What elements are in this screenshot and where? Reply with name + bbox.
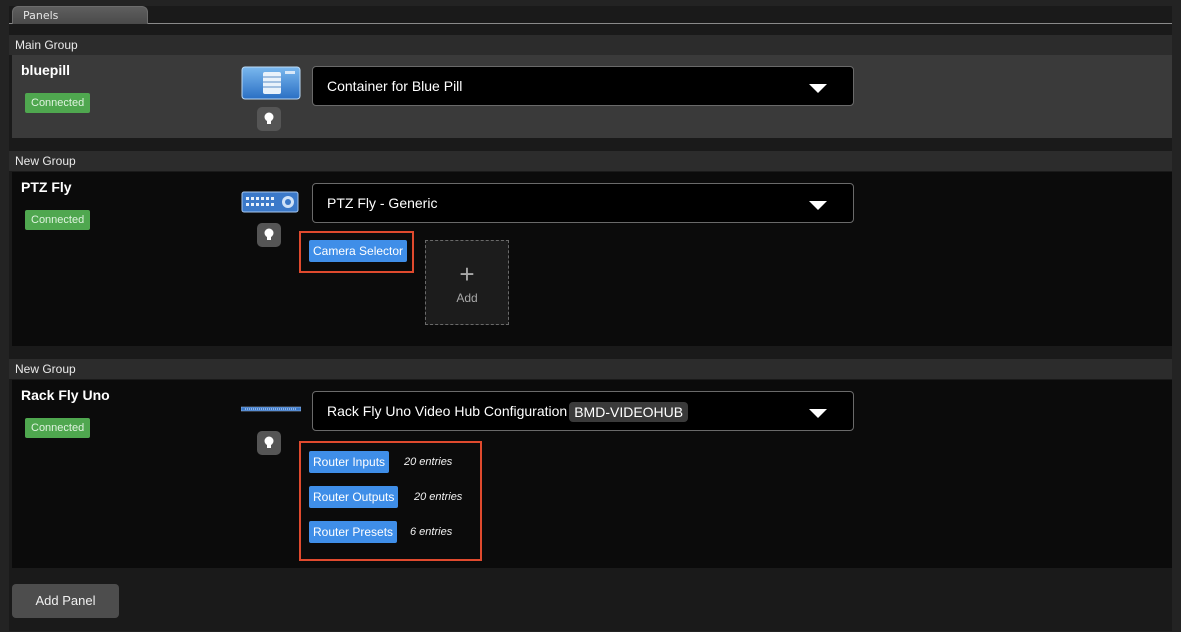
panel-name: PTZ Fly bbox=[21, 179, 72, 195]
entries-count: 6 entries bbox=[410, 526, 453, 538]
chevron-down-icon bbox=[809, 409, 827, 418]
panel-name: Rack Fly Uno bbox=[21, 387, 110, 403]
chevron-down-icon bbox=[809, 201, 827, 210]
router-inputs-button[interactable]: Router Inputs bbox=[309, 451, 390, 473]
lightbulb-icon bbox=[264, 112, 274, 124]
identify-button[interactable] bbox=[257, 107, 281, 131]
chevron-down-icon bbox=[809, 84, 827, 93]
tab-bar: Panels bbox=[9, 6, 1172, 24]
panel-name: bluepill bbox=[21, 62, 70, 78]
panel-row-rack-fly-uno: Rack Fly Uno Connected Rack Fly Uno Vide… bbox=[12, 380, 1172, 568]
identify-button[interactable] bbox=[257, 431, 281, 455]
add-panel-button[interactable]: Add Panel bbox=[12, 584, 119, 618]
config-value: Rack Fly Uno Video Hub Configuration bbox=[327, 403, 568, 419]
rack-device-icon bbox=[241, 406, 301, 412]
status-badge: Connected bbox=[25, 418, 91, 438]
ptz-device-icon bbox=[241, 191, 299, 213]
lightbulb-icon bbox=[264, 436, 274, 448]
entries-count: 20 entries bbox=[414, 491, 463, 503]
tab-panels[interactable]: Panels bbox=[12, 6, 148, 24]
config-value: Container for Blue Pill bbox=[327, 78, 463, 94]
panel-row-bluepill: bluepill Connected Container for Blue Pi… bbox=[12, 55, 1172, 138]
add-button-tile[interactable]: + Add bbox=[425, 240, 509, 325]
group-header-main: Main Group bbox=[9, 35, 1172, 55]
container-device-icon bbox=[241, 66, 301, 100]
group-header-new-1: New Group bbox=[9, 151, 1172, 171]
panel-config-select[interactable]: Container for Blue Pill bbox=[312, 66, 854, 106]
group-header-new-2: New Group bbox=[9, 359, 1172, 379]
entries-count: 20 entries bbox=[404, 456, 453, 468]
config-tag: BMD-VIDEOHUB bbox=[569, 402, 689, 423]
panel-row-ptz-fly: PTZ Fly Connected PTZ Fly - Generic Came… bbox=[12, 172, 1172, 346]
status-badge: Connected bbox=[25, 93, 91, 113]
router-outputs-button[interactable]: Router Outputs bbox=[309, 486, 399, 508]
panel-config-select[interactable]: PTZ Fly - Generic bbox=[312, 183, 854, 223]
camera-selector-button[interactable]: Camera Selector bbox=[309, 240, 408, 262]
status-badge: Connected bbox=[25, 210, 91, 230]
router-presets-button[interactable]: Router Presets bbox=[309, 521, 398, 543]
panel-config-select[interactable]: Rack Fly Uno Video Hub Configuration BMD-… bbox=[312, 391, 854, 431]
panels-window: Panels Main Group bluepill Connected Con… bbox=[9, 6, 1172, 631]
identify-button[interactable] bbox=[257, 223, 281, 247]
add-label: Add bbox=[456, 291, 478, 305]
lightbulb-icon bbox=[264, 228, 274, 240]
plus-icon: + bbox=[459, 259, 475, 289]
config-value: PTZ Fly - Generic bbox=[327, 195, 438, 211]
